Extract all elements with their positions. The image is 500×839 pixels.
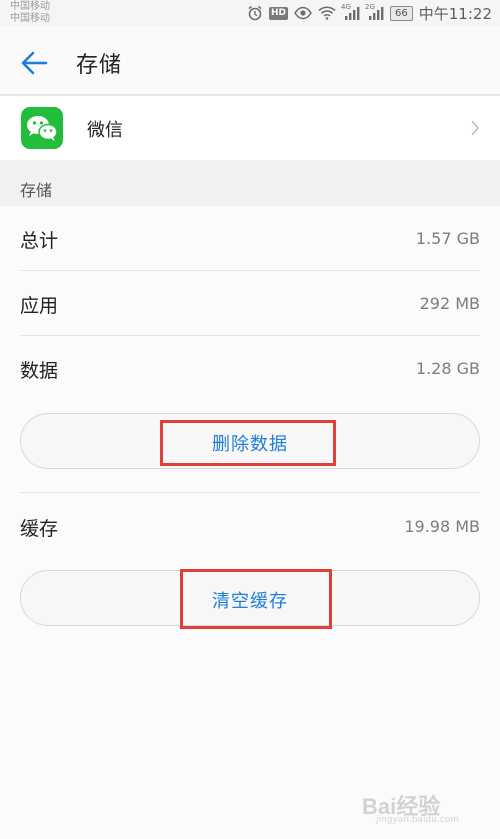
page-title: 存储 [76, 53, 123, 78]
back-button[interactable] [18, 46, 52, 80]
status-bar: 中国移动 中国移动 HD 4G 2G 66 中午11:22 [0, 0, 500, 26]
signal-icon-2: 2G [365, 3, 384, 21]
wechat-icon [21, 107, 63, 149]
alarm-icon [247, 5, 263, 21]
total-label: 总计 [20, 230, 59, 252]
status-time: 中午11:22 [418, 4, 492, 23]
clear-data-label: 删除数据 [212, 434, 288, 455]
arrow-left-icon [21, 51, 48, 75]
storage-section-header: 存储 [0, 160, 500, 206]
app-size-value: 292 MB [419, 294, 480, 313]
data-label: 数据 [20, 360, 59, 382]
app-size-label: 应用 [20, 295, 59, 317]
watermark-url: jingyan.baidu.com [376, 815, 460, 825]
app-header: 存储 [0, 26, 500, 96]
app-size-row: 应用 292 MB [0, 271, 500, 337]
data-row: 数据 1.28 GB [0, 336, 500, 402]
carrier-label-1: 中国移动 [10, 1, 50, 12]
network-type-2: 2G [365, 3, 375, 11]
clear-cache-button[interactable]: 清空缓存 [20, 570, 480, 626]
cache-label: 缓存 [20, 518, 59, 540]
cache-row: 缓存 19.98 MB [0, 494, 500, 560]
signal-icon-1: 4G [341, 3, 360, 21]
app-name: 微信 [87, 120, 123, 141]
section-label: 存储 [20, 181, 53, 200]
chevron-right-icon [471, 120, 480, 136]
network-type-1: 4G [341, 3, 351, 11]
wifi-icon [318, 6, 336, 20]
row-divider [20, 492, 480, 493]
total-value: 1.57 GB [415, 229, 480, 248]
clear-data-button[interactable]: 删除数据 [20, 413, 480, 469]
app-info-row[interactable]: 微信 [0, 96, 500, 160]
clear-cache-label: 清空缓存 [212, 591, 288, 612]
storage-details: 总计 1.57 GB 应用 292 MB 数据 1.28 GB 删除数据 缓存 … [0, 206, 500, 839]
data-value: 1.28 GB [415, 359, 480, 378]
baidu-watermark: Bai经验 jingyan.baidu.com [362, 789, 482, 829]
cache-value: 19.98 MB [404, 517, 480, 536]
status-icons: HD 4G 2G 66 中午11:22 [247, 3, 492, 23]
hd-badge: HD [269, 6, 289, 20]
carrier-label-2: 中国移动 [10, 13, 50, 24]
battery-indicator: 66 [390, 5, 413, 21]
eye-icon [294, 6, 312, 20]
total-row: 总计 1.57 GB [0, 206, 500, 272]
